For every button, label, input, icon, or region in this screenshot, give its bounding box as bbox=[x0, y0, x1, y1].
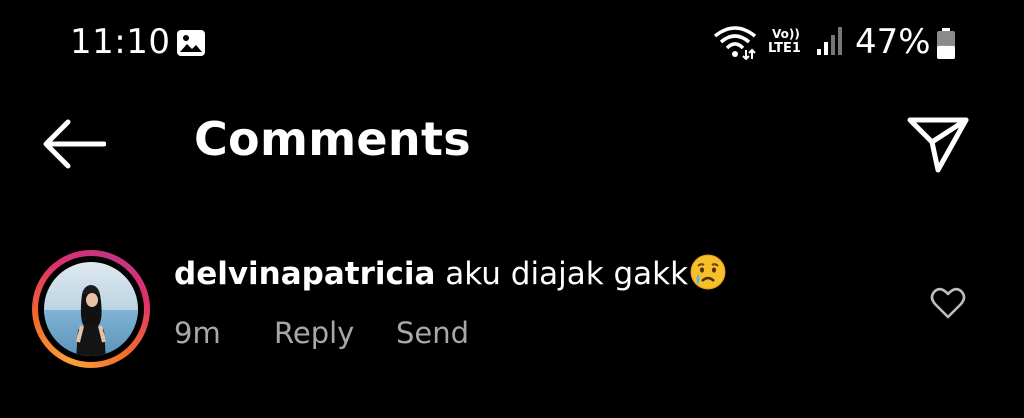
lte-label: LTE1 bbox=[768, 41, 801, 56]
comment-item: delvinapatricia aku diajak gakk 9m Reply… bbox=[0, 240, 1024, 370]
arrow-left-icon[interactable] bbox=[40, 118, 106, 170]
avatar[interactable] bbox=[32, 250, 150, 368]
comment-body: aku diajak gakk bbox=[445, 256, 689, 292]
avatar-story-gap bbox=[38, 256, 144, 362]
volte-indicator: Vo)) LTE1 bbox=[768, 25, 808, 59]
status-time: 11:10 bbox=[70, 22, 171, 62]
paper-plane-icon[interactable] bbox=[904, 114, 970, 174]
avatar-photo bbox=[44, 262, 138, 356]
volte-label: Vo)) bbox=[772, 27, 800, 41]
comments-header: Comments bbox=[0, 86, 1024, 196]
reply-button[interactable]: Reply bbox=[274, 316, 354, 350]
battery-icon bbox=[937, 28, 955, 59]
avatar-person-silhouette bbox=[76, 285, 106, 356]
send-button[interactable]: Send bbox=[396, 316, 469, 350]
crying-face-emoji-icon bbox=[690, 254, 726, 290]
battery-percent: 47% bbox=[855, 22, 931, 62]
comment-username[interactable]: delvinapatricia bbox=[174, 256, 435, 292]
page-title: Comments bbox=[194, 112, 471, 166]
image-notification-icon bbox=[177, 30, 205, 56]
status-bar: 11:10 Vo)) LTE1 47% bbox=[0, 0, 1024, 86]
wifi-icon bbox=[713, 26, 757, 60]
comment-line: delvinapatricia aku diajak gakk bbox=[174, 254, 726, 292]
cell-signal-icon bbox=[817, 27, 842, 55]
heart-outline-icon[interactable] bbox=[930, 286, 966, 320]
comment-age: 9m bbox=[174, 316, 221, 350]
